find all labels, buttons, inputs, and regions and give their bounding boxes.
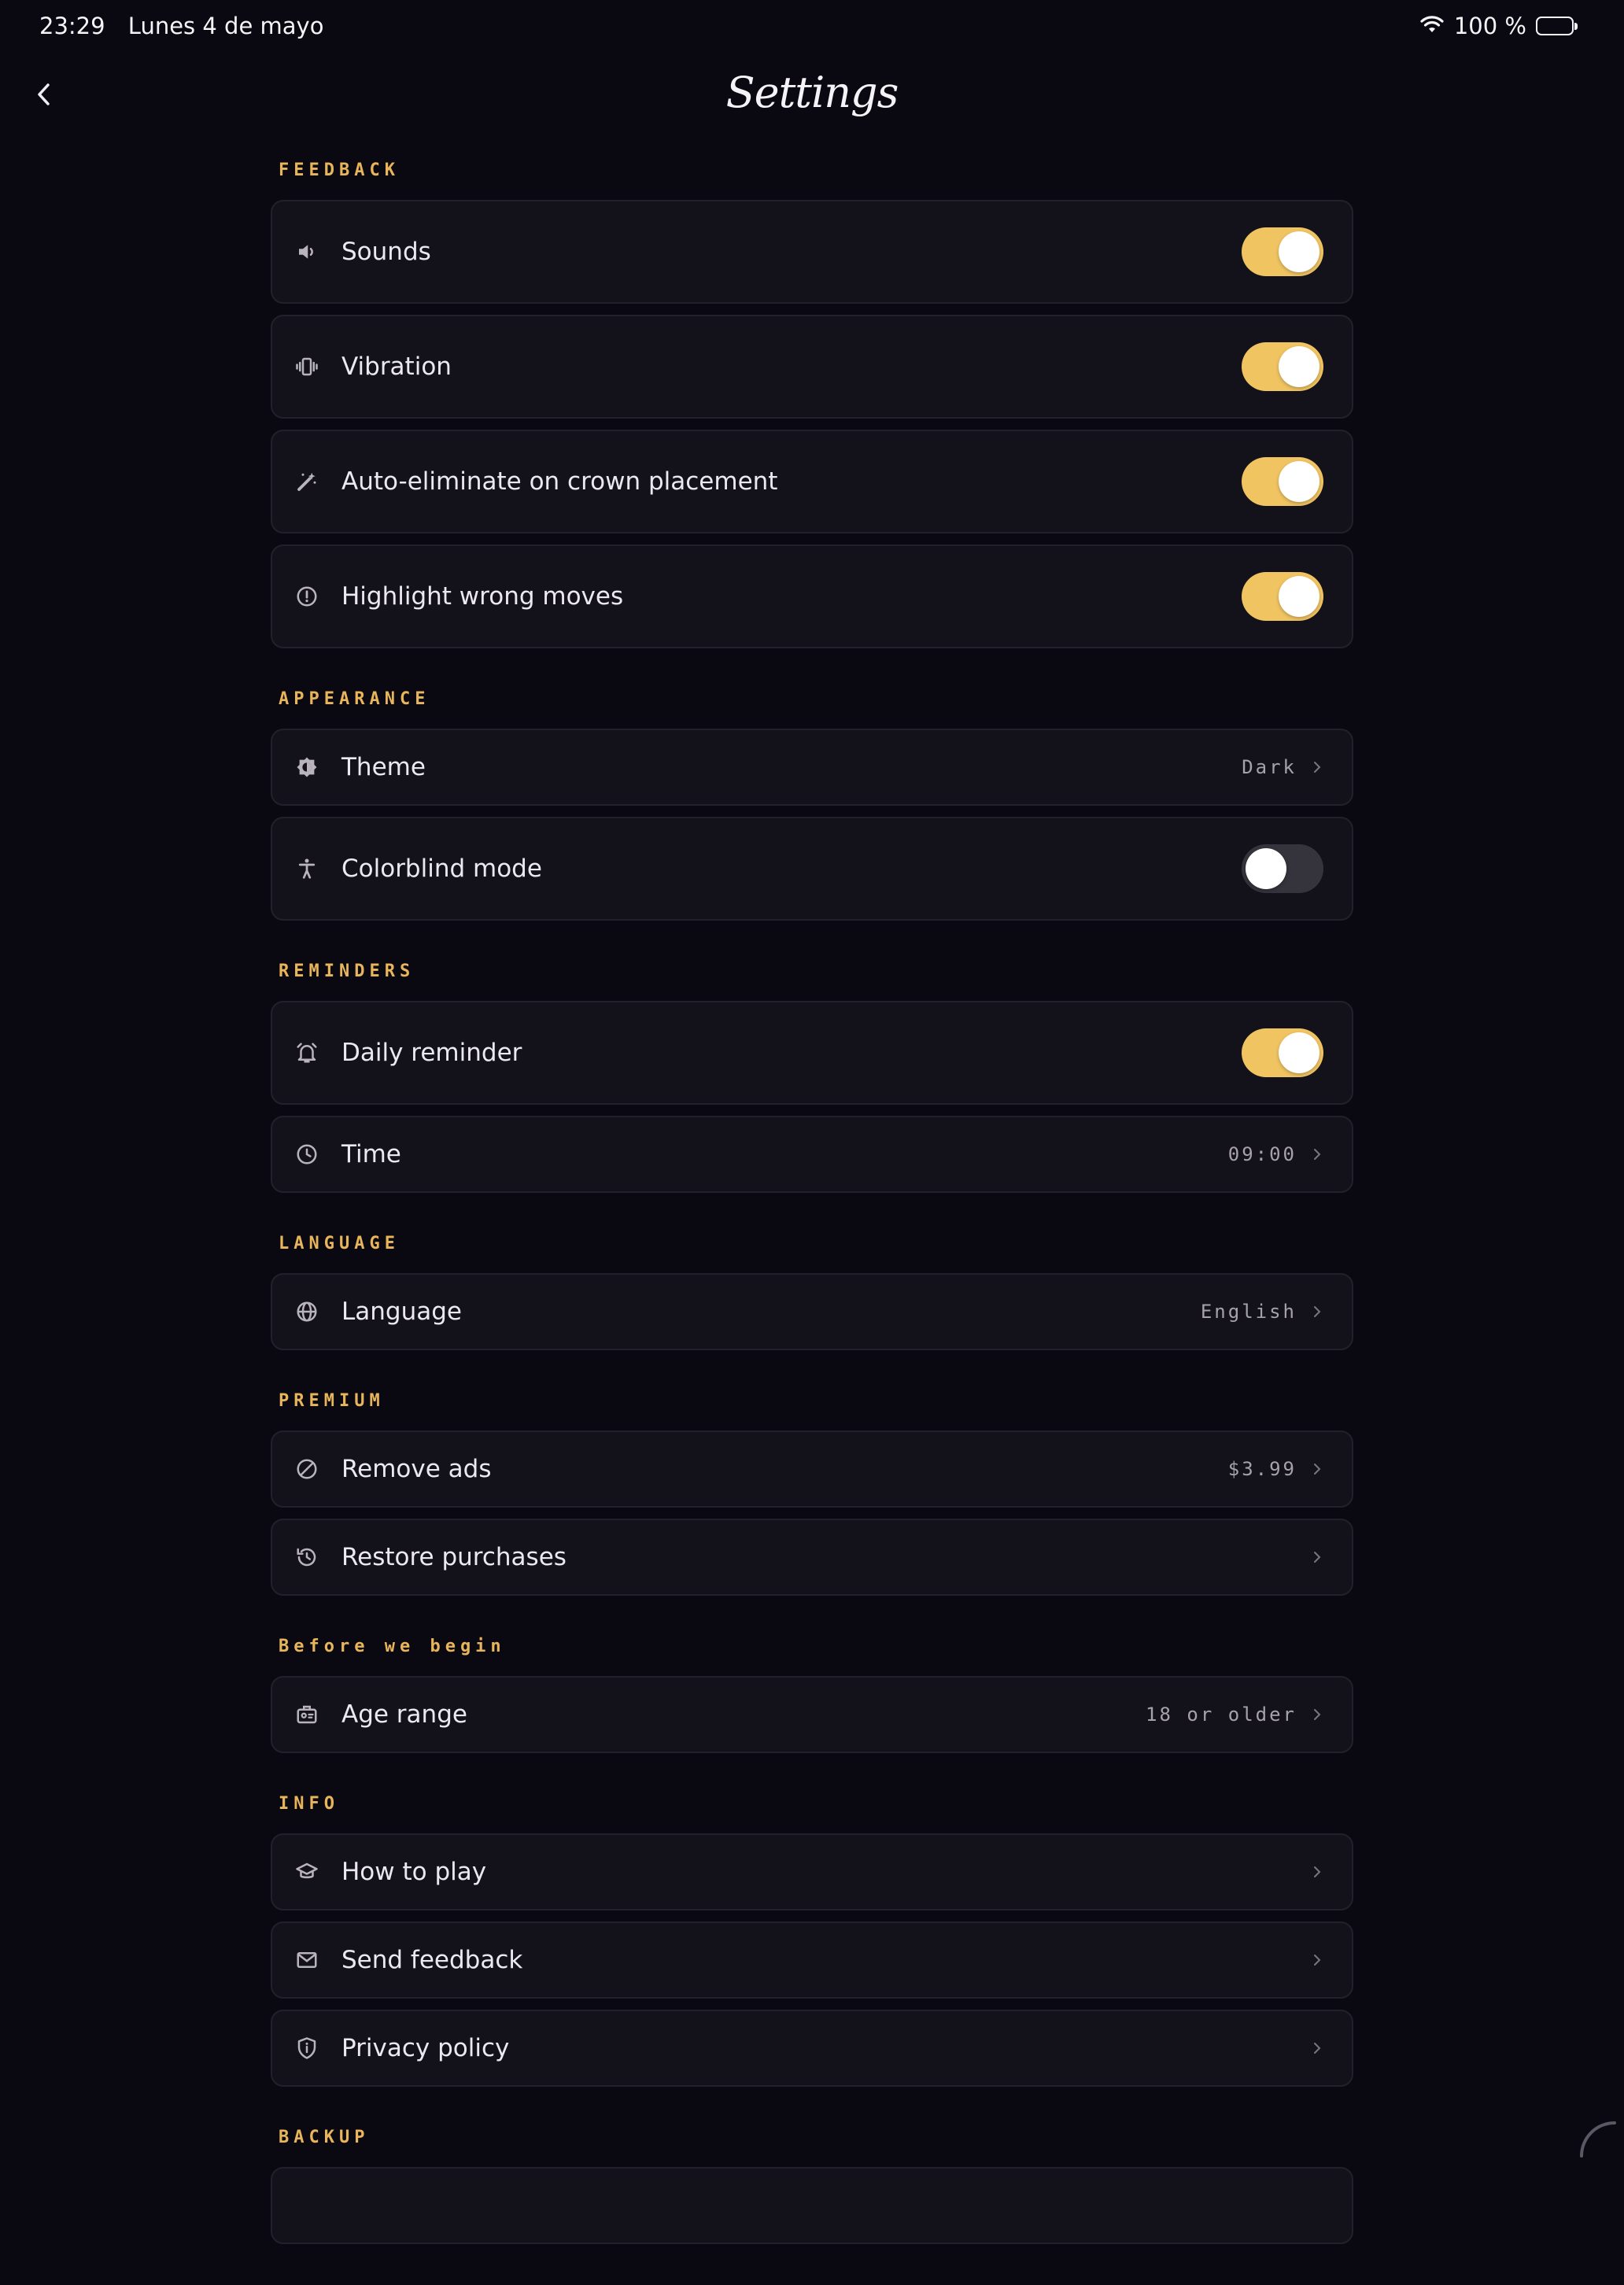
setting-time[interactable]: Time 09:00 [271, 1116, 1353, 1193]
globe-icon [293, 1298, 321, 1326]
mail-icon [293, 1946, 321, 1974]
status-time: 23:29 [39, 13, 105, 39]
auto-eliminate-toggle[interactable] [1242, 457, 1323, 506]
section-title-reminders: REMINDERS [279, 962, 415, 981]
block-icon [293, 1455, 321, 1483]
chevron-right-icon [1311, 1461, 1323, 1477]
contrast-icon [293, 753, 321, 781]
chevron-right-icon [1311, 1707, 1323, 1722]
section-feedback: FEEDBACK Sounds Vibration Auto-eliminate… [271, 161, 1353, 648]
toggle-knob [1279, 1032, 1320, 1073]
setting-label: How to play [341, 1858, 487, 1886]
setting-label: Daily reminder [341, 1039, 522, 1067]
chevron-right-icon [1311, 1952, 1323, 1968]
setting-colorblind-mode[interactable]: Colorblind mode [271, 817, 1353, 921]
setting-label: Age range [341, 1700, 467, 1729]
graduation-cap-icon [293, 1858, 321, 1886]
setting-label: Colorblind mode [341, 855, 542, 883]
setting-label: Privacy policy [341, 2034, 510, 2062]
sounds-toggle[interactable] [1242, 227, 1323, 276]
section-appearance: APPEARANCE Theme Dark Colorblind mode [271, 689, 1353, 921]
section-reminders: REMINDERS Daily reminder Time 09:00 [271, 962, 1353, 1193]
setting-remove-ads[interactable]: Remove ads $3.99 [271, 1430, 1353, 1508]
section-title-before-we-begin: Before we begin [279, 1637, 506, 1656]
setting-privacy-policy[interactable]: Privacy policy [271, 2010, 1353, 2087]
shield-info-icon [293, 2034, 321, 2062]
section-title-language: LANGUAGE [279, 1234, 400, 1253]
setting-backup-partial[interactable] [271, 2167, 1353, 2244]
setting-auto-eliminate[interactable]: Auto-eliminate on crown placement [271, 430, 1353, 533]
section-premium: PREMIUM Remove ads $3.99 Restore purchas… [271, 1391, 1353, 1596]
battery-percent: 100 % [1453, 13, 1526, 39]
settings-list: FEEDBACK Sounds Vibration Auto-eliminate… [271, 161, 1353, 2285]
setting-restore-purchases[interactable]: Restore purchases [271, 1519, 1353, 1596]
remove-ads-price: $3.99 [1227, 1458, 1297, 1480]
speaker-icon [293, 238, 321, 266]
section-backup: BACKUP [271, 2128, 1353, 2244]
setting-send-feedback[interactable]: Send feedback [271, 1921, 1353, 1999]
section-title-feedback: FEEDBACK [279, 161, 400, 180]
chevron-right-icon [1311, 1549, 1323, 1565]
section-before-we-begin: Before we begin Age range 18 or older [271, 1637, 1353, 1753]
alert-circle-icon [293, 582, 321, 611]
age-range-value: 18 or older [1146, 1704, 1297, 1726]
setting-daily-reminder[interactable]: Daily reminder [271, 1001, 1353, 1105]
accessibility-icon [293, 855, 321, 883]
section-title-appearance: APPEARANCE [279, 689, 430, 709]
status-date: Lunes 4 de mayo [127, 13, 324, 39]
setting-language[interactable]: Language English [271, 1273, 1353, 1350]
language-value: English [1200, 1301, 1297, 1323]
wifi-icon [1419, 13, 1445, 39]
setting-theme[interactable]: Theme Dark [271, 729, 1353, 806]
toggle-knob [1279, 346, 1320, 387]
setting-age-range[interactable]: Age range 18 or older [271, 1676, 1353, 1753]
setting-how-to-play[interactable]: How to play [271, 1833, 1353, 1910]
vibration-icon [293, 353, 321, 381]
theme-value: Dark [1242, 756, 1297, 778]
page-title: Settings [725, 68, 899, 117]
clock-icon [293, 1140, 321, 1168]
setting-label: Send feedback [341, 1946, 523, 1974]
chevron-right-icon [1311, 1304, 1323, 1320]
colorblind-toggle[interactable] [1242, 844, 1323, 893]
toggle-knob [1279, 576, 1320, 617]
setting-vibration[interactable]: Vibration [271, 315, 1353, 419]
section-info: INFO How to play Send feedback Privacy p… [271, 1794, 1353, 2087]
setting-sounds[interactable]: Sounds [271, 200, 1353, 304]
setting-label: Language [341, 1298, 462, 1326]
alarm-bell-icon [293, 1039, 321, 1067]
section-title-info: INFO [279, 1794, 339, 1814]
chevron-right-icon [1311, 759, 1323, 775]
status-bar: 23:29 Lunes 4 de mayo 100 % [0, 0, 1624, 50]
chevron-right-icon [1311, 2040, 1323, 2056]
battery-icon [1536, 17, 1578, 35]
chevron-right-icon [1311, 1146, 1323, 1162]
section-language: LANGUAGE Language English [271, 1234, 1353, 1350]
highlight-toggle[interactable] [1242, 572, 1323, 621]
toggle-knob [1279, 231, 1320, 272]
setting-label: Theme [341, 753, 426, 781]
daily-reminder-toggle[interactable] [1242, 1028, 1323, 1077]
id-badge-icon [293, 1700, 321, 1729]
setting-label: Highlight wrong moves [341, 582, 624, 611]
setting-label: Auto-eliminate on crown placement [341, 467, 778, 496]
history-icon [293, 1543, 321, 1571]
setting-label: Sounds [341, 238, 431, 266]
setting-label: Restore purchases [341, 1543, 567, 1571]
scroll-indicator [1580, 2121, 1616, 2158]
header: Settings [0, 57, 1624, 135]
vibration-toggle[interactable] [1242, 342, 1323, 391]
chevron-right-icon [1311, 1864, 1323, 1880]
section-title-premium: PREMIUM [279, 1391, 385, 1411]
time-value: 09:00 [1227, 1143, 1297, 1165]
setting-label: Remove ads [341, 1455, 492, 1483]
section-title-backup: BACKUP [279, 2128, 370, 2147]
setting-label: Time [341, 1140, 401, 1168]
toggle-knob [1279, 461, 1320, 502]
magic-wand-icon [293, 467, 321, 496]
setting-highlight-wrong-moves[interactable]: Highlight wrong moves [271, 544, 1353, 648]
setting-label: Vibration [341, 353, 452, 381]
toggle-knob [1246, 848, 1286, 889]
